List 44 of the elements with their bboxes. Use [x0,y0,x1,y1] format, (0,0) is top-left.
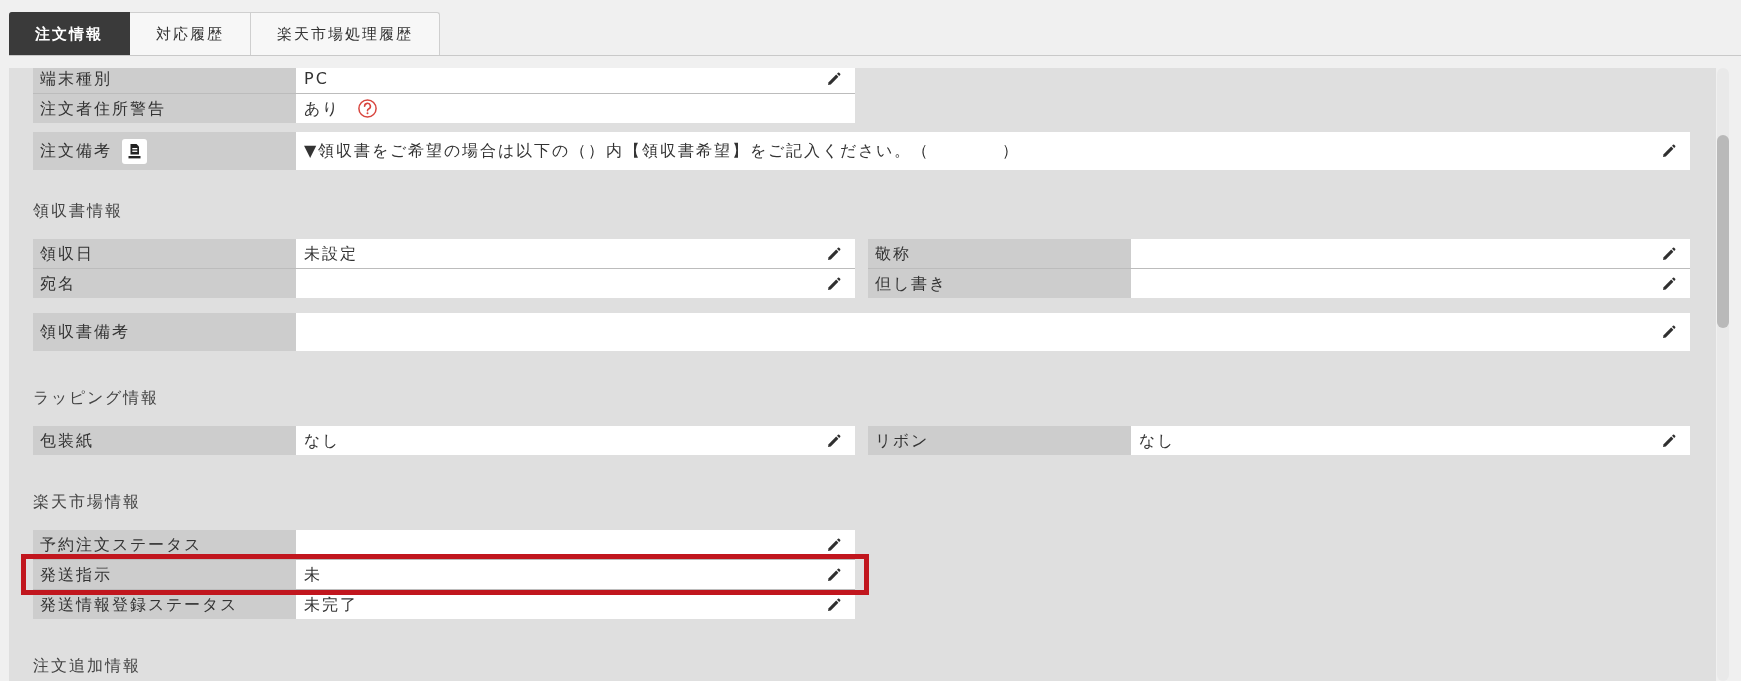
field-value: あり [304,99,340,118]
scrollbar-track[interactable] [1717,68,1729,681]
pencil-icon[interactable] [1662,144,1676,158]
help-icon[interactable] [358,99,377,118]
document-icon[interactable] [122,138,147,164]
field-label: 但し書き [875,274,947,293]
pencil-icon[interactable] [827,567,841,582]
field-value: 未完了 [304,595,358,614]
field-label: 予約注文ステータス [40,535,202,554]
scrollbar-thumb[interactable] [1717,135,1729,328]
field-label: リボン [875,431,929,450]
pencil-icon[interactable] [1662,433,1676,448]
pencil-icon[interactable] [827,246,841,261]
section-title: 領収書情報 [33,200,123,222]
tab[interactable]: 楽天市場処理履歴 [251,12,440,55]
pencil-icon[interactable] [827,433,841,448]
field-value: なし [304,431,340,450]
pencil-icon[interactable] [1662,276,1676,291]
pencil-icon[interactable] [827,537,841,552]
tab[interactable]: 注文情報 [9,12,130,55]
field-label: 発送指示 [40,565,112,584]
field-value: 未 [304,565,322,584]
pencil-icon[interactable] [1662,325,1676,339]
field-label: 領収書備考 [40,323,130,341]
pencil-icon[interactable] [827,597,841,612]
section-title: 注文追加情報 [33,655,141,677]
field-value: ▼領収書をご希望の場合は以下の（）内【領収書希望】をご記入ください。（ ） [304,142,1021,160]
field-value: PC [304,69,329,88]
field-label: 発送情報登録ステータス [40,595,238,614]
pencil-icon[interactable] [827,276,841,291]
field-label: 注文備考 [40,142,112,160]
pencil-icon[interactable] [827,71,841,86]
field-label: 宛名 [40,274,76,293]
section-title: ラッピング情報 [33,387,159,409]
field-label: 領収日 [40,244,94,263]
field-label: 端末種別 [40,69,112,88]
tab[interactable]: 対応履歴 [130,12,251,55]
field-label: 包装紙 [40,431,94,450]
section-title: 楽天市場情報 [33,491,141,513]
field-value: 未設定 [304,244,358,263]
field-value: なし [1139,431,1175,450]
pencil-icon[interactable] [1662,246,1676,261]
field-label: 注文者住所警告 [40,99,166,118]
field-label: 敬称 [875,244,911,263]
